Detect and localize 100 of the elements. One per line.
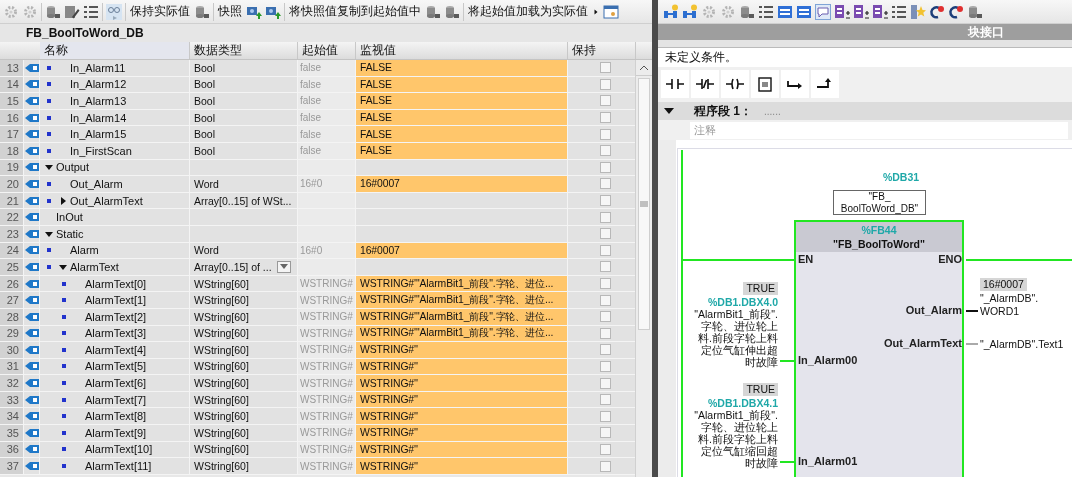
variable-name: AlarmText bbox=[70, 260, 119, 273]
variable-name: AlarmText[10] bbox=[85, 443, 153, 456]
table-row[interactable]: 17 In_Alarm15 Bool false FALSE bbox=[0, 126, 636, 143]
column-header[interactable]: 数据类型 bbox=[190, 42, 298, 59]
variable-name: Out_Alarm bbox=[70, 177, 123, 190]
data-type: Array[0..15] of ... bbox=[194, 260, 272, 273]
row-number: 37 bbox=[0, 458, 24, 474]
data-type: Bool bbox=[194, 78, 215, 91]
data-type: Bool bbox=[194, 144, 215, 157]
toolbar-button[interactable]: 快照 bbox=[217, 4, 243, 19]
block-address: %FB44 bbox=[861, 224, 897, 236]
monitor-value: WSTRING#'' bbox=[356, 408, 568, 425]
row-number: 27 bbox=[0, 292, 24, 308]
row-number: 30 bbox=[0, 342, 24, 358]
variable-name: In_FirstScan bbox=[70, 144, 132, 157]
column-header[interactable]: 保持 bbox=[568, 42, 636, 59]
data-type: WString[60] bbox=[194, 410, 249, 423]
start-value: false bbox=[300, 112, 322, 124]
operand-text[interactable]: "_AlarmDB". WORD1 bbox=[980, 292, 1039, 318]
start-value: WSTRING# bbox=[300, 327, 353, 339]
table-row[interactable]: 27 AlarmText[1] WString[60] WSTRING# WSTRING#'"AlarmBit1_前段".字轮、进位... bbox=[0, 292, 636, 309]
table-row[interactable]: 34 AlarmText[8] WString[60] WSTRING# WSTRING#'' bbox=[0, 408, 636, 426]
start-value: WSTRING# bbox=[300, 294, 353, 306]
row-number: 20 bbox=[0, 176, 24, 192]
row-number: 22 bbox=[0, 209, 24, 225]
pin-label: In_Alarm00 bbox=[798, 353, 858, 367]
operand-text[interactable]: "_AlarmDB".Text1 bbox=[980, 338, 1064, 351]
data-type: WString[60] bbox=[194, 343, 249, 356]
table-row[interactable]: 30 AlarmText[4] WString[60] WSTRING# WSTRING#'' bbox=[0, 342, 636, 359]
start-value: false bbox=[300, 145, 322, 157]
variable-name: AlarmText[6] bbox=[85, 377, 147, 390]
monitor-value: WSTRING#'' bbox=[356, 458, 568, 474]
start-value: 16#0 bbox=[300, 178, 323, 190]
start-value: false bbox=[300, 128, 322, 140]
start-value: WSTRING# bbox=[300, 361, 353, 372]
db-title: FB_BoolToWord_DB bbox=[26, 26, 144, 40]
variable-name: AlarmText[9] bbox=[85, 426, 147, 439]
data-type: Array[0..15] of WSt... bbox=[194, 194, 292, 207]
variable-name: AlarmText[3] bbox=[85, 327, 147, 340]
data-type: Word bbox=[194, 177, 219, 190]
variable-name: AlarmText[0] bbox=[85, 277, 147, 290]
monitor-value: WSTRING#'' bbox=[356, 425, 568, 441]
operand-text[interactable]: "AlarmBit1_前段".字轮、进位轮上料.前段字轮上料定位气缸伸出超时故障 bbox=[692, 308, 778, 368]
monitor-value: FALSE bbox=[356, 60, 568, 76]
row-number: 25 bbox=[0, 259, 24, 275]
table-row[interactable]: 32 AlarmText[6] WString[60] WSTRING# WSTRING#'' bbox=[0, 375, 636, 392]
toolbar-button[interactable]: 将起始值加载为实际值 bbox=[467, 4, 589, 19]
table-row[interactable]: 25 AlarmText Array[0..15] of ... bbox=[0, 259, 636, 276]
instance-db-field[interactable]: "FB_ BoolToWord_DB" bbox=[833, 190, 926, 215]
column-header[interactable]: 监视值 bbox=[356, 42, 568, 59]
table-row[interactable]: 37 AlarmText[11] WString[60] WSTRING# WSTRING#'' bbox=[0, 458, 636, 475]
variable-name: In_Alarm15 bbox=[70, 128, 127, 141]
monitor-value: FALSE bbox=[356, 126, 568, 142]
variable-name: In_Alarm11 bbox=[70, 61, 126, 74]
variable-name: InOut bbox=[56, 211, 83, 224]
monitor-value: WSTRING#'' bbox=[356, 342, 568, 358]
variable-name: AlarmText[2] bbox=[85, 310, 147, 323]
data-type: WString[60] bbox=[194, 393, 249, 406]
variable-name: AlarmText[11] bbox=[85, 460, 152, 473]
data-type: Bool bbox=[194, 111, 215, 124]
data-type: WString[60] bbox=[194, 460, 249, 473]
operand-text[interactable]: "AlarmBit1_前段".字轮、进位轮上料.前段字轮上料定位气缸缩回超时故障 bbox=[692, 409, 778, 469]
column-header[interactable]: 名称 bbox=[40, 42, 190, 59]
variable-name: AlarmText[8] bbox=[85, 410, 147, 423]
table-row[interactable]: 22 InOut bbox=[0, 209, 636, 226]
start-value: WSTRING# bbox=[300, 427, 353, 439]
start-value: WSTRING# bbox=[300, 460, 353, 472]
start-value: false bbox=[300, 78, 322, 90]
pin-label: Out_AlarmText bbox=[883, 336, 962, 350]
start-value: WSTRING# bbox=[300, 344, 353, 356]
pin-label: In_Alarm01 bbox=[798, 454, 858, 468]
table-row[interactable]: 35 AlarmText[9] WString[60] WSTRING# WSTRING#'' bbox=[0, 425, 636, 442]
toolbar-button[interactable]: 将快照值复制到起始值中 bbox=[288, 4, 422, 19]
operand-address: %DB1.DBX4.0 bbox=[707, 296, 778, 308]
variable-name: Alarm bbox=[70, 244, 99, 257]
monitor-value: WSTRING#'' bbox=[356, 375, 568, 391]
data-type: WString[60] bbox=[194, 360, 249, 373]
table-row[interactable]: 20 Out_Alarm Word 16#0 16#0007 bbox=[0, 176, 636, 193]
variable-name: Out_AlarmText bbox=[70, 194, 143, 207]
toolbar-button[interactable]: 保持实际值 bbox=[129, 4, 191, 19]
variable-name: In_Alarm12 bbox=[70, 78, 127, 91]
variable-name: AlarmText[7] bbox=[85, 393, 147, 406]
data-type: Bool bbox=[194, 61, 215, 74]
data-type: WString[60] bbox=[194, 277, 249, 290]
data-type: WString[60] bbox=[194, 327, 249, 340]
start-value: WSTRING# bbox=[300, 377, 353, 389]
live-value: TRUE bbox=[743, 383, 778, 396]
start-value: WSTRING# bbox=[300, 443, 353, 455]
data-type: Bool bbox=[194, 95, 215, 107]
data-type: Bool bbox=[194, 128, 215, 141]
table-row[interactable]: 15 In_Alarm13 Bool false FALSE bbox=[0, 93, 636, 110]
pin-label: ENO bbox=[938, 252, 962, 266]
network-title: 程序段 1： bbox=[694, 102, 752, 120]
monitor-value: 16#0007 bbox=[356, 176, 568, 192]
table-row[interactable]: 13 In_Alarm11 Bool false FALSE bbox=[0, 60, 636, 77]
live-value: TRUE bbox=[743, 282, 778, 295]
variable-name: Static bbox=[56, 227, 84, 240]
column-header[interactable]: 起始值 bbox=[298, 42, 356, 59]
start-value: false bbox=[300, 62, 322, 74]
variable-name: In_Alarm13 bbox=[70, 95, 127, 107]
